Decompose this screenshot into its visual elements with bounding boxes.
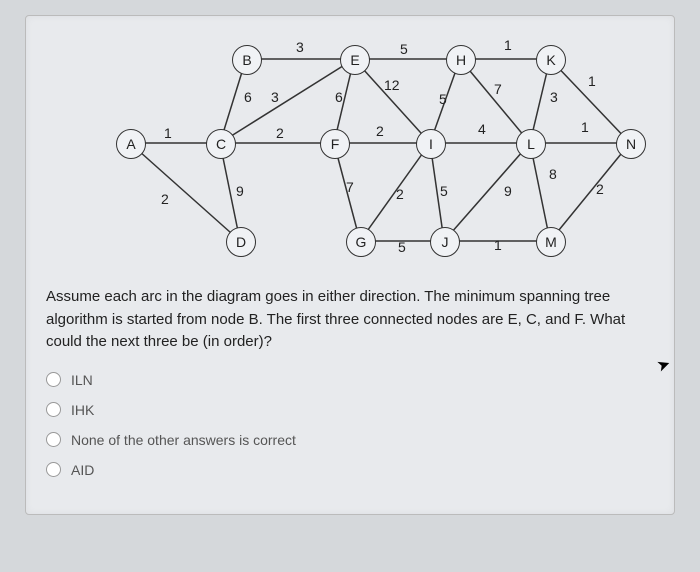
node-a: A [116, 129, 146, 159]
edge-hl7: 7 [494, 81, 502, 97]
edge-cd: 9 [236, 183, 244, 199]
node-l: L [516, 129, 546, 159]
edge-gi2: 2 [396, 186, 404, 202]
edge-mn: 2 [596, 181, 604, 197]
node-f: F [320, 129, 350, 159]
edge-gj: 5 [398, 239, 406, 255]
option-1[interactable]: IHK [46, 402, 654, 418]
edge-fg: 7 [346, 179, 354, 195]
node-d: D [226, 227, 256, 257]
edge-bc: 6 [244, 89, 252, 105]
edge-lm: 9 [504, 183, 512, 199]
edge-il: 4 [478, 121, 486, 137]
edge-eh: 5 [400, 41, 408, 57]
edge-lm8: 8 [549, 166, 557, 182]
option-label: IHK [71, 402, 94, 418]
edge-ef: 6 [335, 89, 343, 105]
node-m: M [536, 227, 566, 257]
node-i: I [416, 129, 446, 159]
question-text: Assume each arc in the diagram goes in e… [46, 286, 654, 354]
edge-kn: 1 [588, 73, 596, 89]
radio-icon [46, 432, 61, 447]
radio-icon [46, 462, 61, 477]
edge-jm: 1 [494, 237, 502, 253]
option-2[interactable]: None of the other answers is correct [46, 432, 654, 448]
edge-fi: 2 [376, 123, 384, 139]
radio-icon [46, 402, 61, 417]
node-k: K [536, 45, 566, 75]
edge-be: 3 [296, 39, 304, 55]
node-b: B [232, 45, 262, 75]
graph-diagram: A B C D E F G H I J K L M N 1 2 6 3 9 3 … [86, 31, 654, 271]
node-g: G [346, 227, 376, 257]
node-j: J [430, 227, 460, 257]
edge-hi: 5 [439, 91, 447, 107]
question-page: A B C D E F G H I J K L M N 1 2 6 3 9 3 … [25, 15, 675, 515]
edge-ce3: 3 [271, 89, 279, 105]
node-e: E [340, 45, 370, 75]
edge-kl: 3 [550, 89, 558, 105]
option-label: AID [71, 462, 94, 478]
edge-cf: 2 [276, 125, 284, 141]
edge-ij: 5 [440, 183, 448, 199]
edge-hk: 1 [504, 37, 512, 53]
edge-ac: 1 [164, 125, 172, 141]
node-c: C [206, 129, 236, 159]
answer-options: ILN IHK None of the other answers is cor… [46, 372, 654, 478]
node-n: N [616, 129, 646, 159]
edge-ad2: 2 [161, 191, 169, 207]
option-label: None of the other answers is correct [71, 432, 296, 448]
option-label: ILN [71, 372, 93, 388]
radio-icon [46, 372, 61, 387]
edge-ln: 1 [581, 119, 589, 135]
option-0[interactable]: ILN [46, 372, 654, 388]
option-3[interactable]: AID [46, 462, 654, 478]
edge-ei12: 12 [384, 77, 400, 93]
node-h: H [446, 45, 476, 75]
